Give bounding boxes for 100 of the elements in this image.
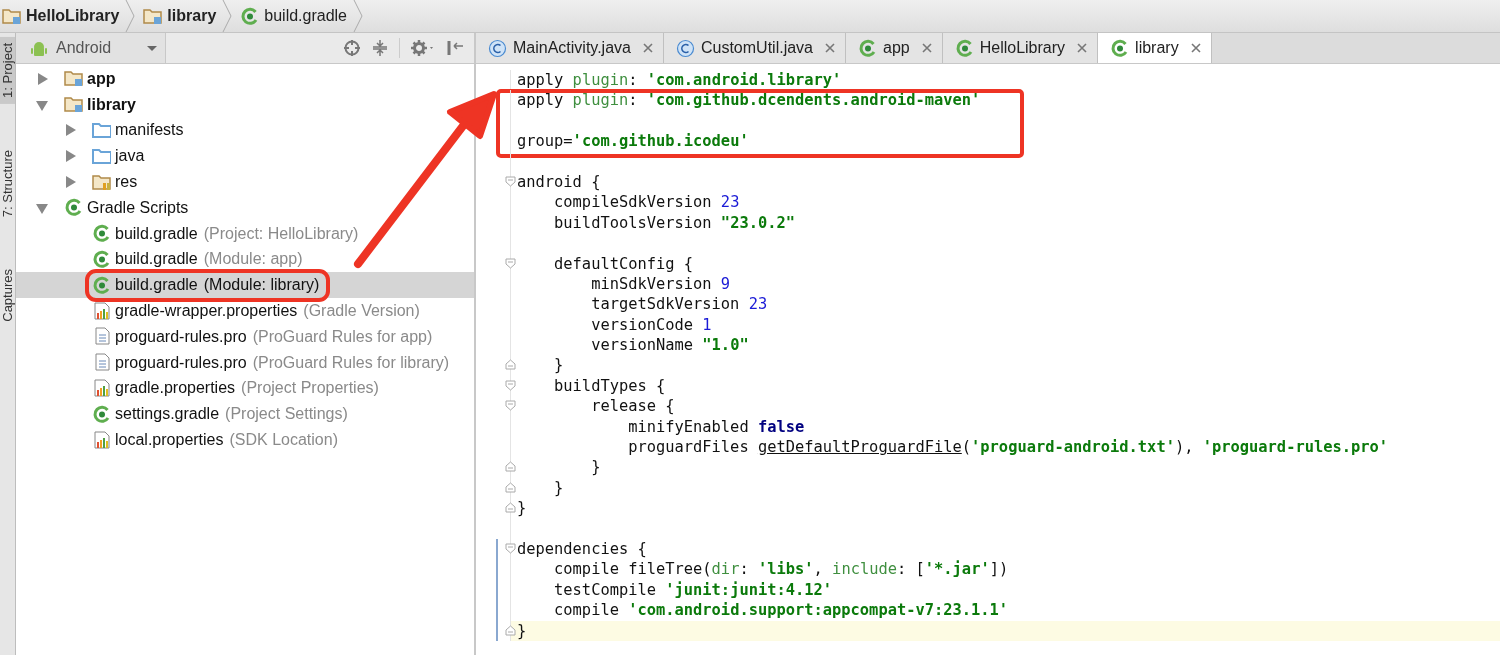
- module-folder-icon: [64, 69, 83, 89]
- chevron-icon: [125, 0, 136, 32]
- breadcrumb-item[interactable]: library: [143, 6, 223, 26]
- breadcrumb-item[interactable]: build.gradle: [240, 6, 353, 26]
- code-line: defaultConfig {: [553, 253, 695, 274]
- code-line: compile 'com.android.support:appcompat-v7:23.1.1': [553, 600, 1010, 621]
- class-icon: [488, 38, 507, 58]
- gradle-icon: [954, 38, 974, 58]
- close-icon[interactable]: [1190, 43, 1201, 53]
- collapsed-arrow-icon[interactable]: [64, 176, 76, 189]
- fold-marker-icon[interactable]: [505, 257, 516, 269]
- tree-item[interactable]: gradle-wrapper.properties (Gradle Version): [16, 298, 426, 324]
- tree-item-hint: (Module: app): [203, 250, 303, 269]
- collapsed-arrow-icon[interactable]: [64, 124, 76, 137]
- close-icon[interactable]: [1077, 43, 1088, 53]
- tree-item-label: build.gradle: [115, 250, 198, 269]
- tree-item[interactable]: gradle.properties (Project Properties): [16, 375, 385, 402]
- fold-marker-icon[interactable]: [505, 624, 516, 636]
- tree-item-label: java: [115, 147, 145, 166]
- fold-marker-icon[interactable]: [505, 359, 516, 371]
- code-line: minSdkVersion 9: [590, 273, 732, 295]
- tree-item-hint: (Gradle Version): [303, 302, 420, 321]
- fold-marker-icon[interactable]: [505, 379, 516, 391]
- fold-marker-icon[interactable]: [505, 461, 516, 473]
- tool-window-tab[interactable]: 1: Project: [0, 37, 15, 104]
- collapse-all-icon[interactable]: [371, 39, 389, 57]
- crosshair-icon[interactable]: [343, 39, 361, 57]
- code-line: dependencies {: [516, 539, 648, 560]
- tree-item-hint: (Project: HelloLibrary): [203, 224, 359, 243]
- code-line: release {: [590, 396, 676, 417]
- folder-icon: [92, 121, 111, 140]
- settings-icon[interactable]: [410, 39, 436, 57]
- tree-item[interactable]: build.gradle (Module: library): [16, 272, 474, 299]
- code-line: buildTypes {: [553, 375, 667, 397]
- text-file-icon: [92, 353, 111, 373]
- tree-item-label: app: [87, 69, 116, 88]
- code-line: }: [553, 355, 565, 376]
- text-file-icon: [92, 327, 111, 347]
- tree-item[interactable]: build.gradle (Module: app): [16, 246, 309, 273]
- tree-item-hint: (ProGuard Rules for library): [252, 353, 450, 372]
- collapsed-arrow-icon[interactable]: [64, 150, 76, 163]
- tree-item[interactable]: Gradle Scripts: [16, 195, 195, 221]
- tree-item[interactable]: java: [16, 143, 151, 170]
- gradle-icon: [92, 275, 111, 295]
- tree-item-hint: (Project Properties): [241, 379, 379, 398]
- tree-item[interactable]: proguard-rules.pro (ProGuard Rules for library): [16, 349, 456, 376]
- hide-panel-icon[interactable]: [446, 39, 464, 57]
- tree-item[interactable]: build.gradle (Project: HelloLibrary): [16, 220, 365, 247]
- fold-marker-icon[interactable]: [505, 175, 516, 187]
- folder-icon: [143, 6, 163, 26]
- code-line: proguardFiles getDefaultProguardFile('proguard-android.txt'), 'proguard-rules.pro': [627, 437, 1390, 458]
- collapsed-arrow-icon[interactable]: [36, 72, 48, 85]
- tree-item-hint: (Project Settings): [225, 405, 348, 424]
- close-icon[interactable]: [825, 43, 835, 53]
- fold-marker-icon[interactable]: [505, 543, 516, 554]
- code-line: }: [590, 457, 602, 478]
- code-line: compile fileTree(dir: 'libs', include: ['*.jar']): [553, 559, 1010, 580]
- editor-tab[interactable]: library: [1098, 33, 1212, 63]
- tree-item-label: build.gradle: [115, 224, 198, 243]
- gradle-icon: [858, 38, 877, 58]
- code-line: }: [516, 498, 528, 519]
- tool-window-tab[interactable]: Captures: [0, 263, 15, 328]
- tree-item[interactable]: res: [16, 169, 144, 195]
- tree-item-label: local.properties: [115, 431, 224, 450]
- editor-tab[interactable]: app: [846, 33, 943, 63]
- tree-item[interactable]: proguard-rules.pro (ProGuard Rules for app): [16, 323, 439, 350]
- fold-marker-icon[interactable]: [505, 400, 516, 412]
- editor-tab[interactable]: HelloLibrary: [942, 33, 1099, 63]
- tree-item[interactable]: manifests: [16, 117, 190, 144]
- code-line: targetSdkVersion 23: [590, 294, 769, 315]
- expanded-arrow-icon[interactable]: [36, 201, 48, 214]
- breadcrumb-item[interactable]: HelloLibrary: [2, 6, 126, 26]
- tree-item[interactable]: settings.gradle (Project Settings): [16, 401, 354, 428]
- tree-item-label: gradle.properties: [115, 379, 236, 398]
- gradle-icon: [92, 224, 111, 244]
- expanded-arrow-icon[interactable]: [36, 98, 48, 111]
- tree-item[interactable]: app: [16, 66, 122, 92]
- fold-marker-icon[interactable]: [505, 481, 516, 493]
- tree-item-label: gradle-wrapper.properties: [115, 302, 298, 321]
- tree-item-label: proguard-rules.pro: [115, 353, 247, 372]
- gradle-icon: [92, 249, 111, 269]
- tree-item[interactable]: local.properties (SDK Location): [16, 427, 344, 453]
- tree-item-hint: (Module: library): [203, 276, 320, 295]
- close-icon[interactable]: [642, 43, 653, 53]
- folder-icon: [2, 6, 21, 26]
- tool-window-tab[interactable]: 7: Structure: [0, 143, 15, 224]
- tree-item-label: build.gradle: [115, 276, 198, 295]
- code-line: compileSdkVersion 23: [553, 192, 741, 213]
- properties-file-icon: [92, 301, 111, 321]
- view-dropdown[interactable]: Android: [16, 33, 166, 63]
- gradle-icon: [64, 198, 83, 218]
- tree-item[interactable]: library: [16, 91, 142, 118]
- code-line: group='com.github.icodeu': [516, 131, 750, 152]
- editor-tab[interactable]: CustomUtil.java: [663, 33, 846, 63]
- code-line: versionCode 1: [590, 314, 713, 336]
- fold-marker-icon[interactable]: [505, 502, 516, 514]
- folder-icon: [92, 146, 111, 166]
- editor-tab[interactable]: MainActivity.java: [476, 33, 664, 63]
- close-icon[interactable]: [921, 43, 932, 53]
- tree-item-label: library: [87, 95, 136, 114]
